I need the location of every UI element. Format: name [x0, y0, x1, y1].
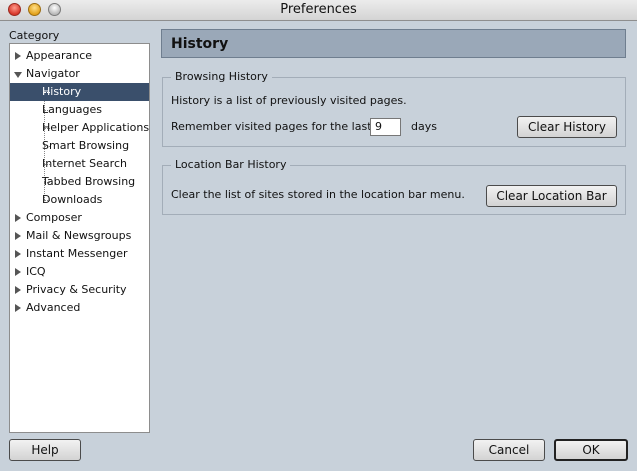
tree-item-advanced[interactable]: Advanced	[10, 299, 149, 317]
category-label: Category	[9, 29, 60, 42]
expand-triangle-icon[interactable]	[15, 232, 21, 240]
days-label: days	[411, 120, 437, 133]
browsing-history-legend: Browsing History	[171, 70, 272, 83]
location-bar-history-group: Location Bar History Clear the list of s…	[162, 158, 626, 215]
tree-item-helper-applications[interactable]: Helper Applications	[10, 119, 149, 137]
expand-triangle-icon[interactable]	[15, 250, 21, 258]
history-days-input[interactable]: 9	[370, 118, 401, 136]
location-bar-description: Clear the list of sites stored in the lo…	[171, 188, 465, 201]
help-button[interactable]: Help	[9, 439, 81, 461]
tree-item-privacy-security[interactable]: Privacy & Security	[10, 281, 149, 299]
tree-item-mail-newsgroups[interactable]: Mail & Newsgroups	[10, 227, 149, 245]
title-bar: Preferences	[0, 0, 637, 21]
browsing-history-description: History is a list of previously visited …	[171, 94, 407, 107]
expand-triangle-icon[interactable]	[15, 214, 21, 222]
tree-item-icq[interactable]: ICQ	[10, 263, 149, 281]
tree-item-downloads[interactable]: Downloads	[10, 191, 149, 209]
tree-item-smart-browsing[interactable]: Smart Browsing	[10, 137, 149, 155]
browsing-history-group: Browsing History History is a list of pr…	[162, 70, 626, 147]
remember-pages-label: Remember visited pages for the last	[171, 120, 372, 133]
ok-button[interactable]: OK	[554, 439, 628, 461]
tree-item-appearance[interactable]: Appearance	[10, 47, 149, 65]
tree-item-navigator[interactable]: Navigator	[10, 65, 149, 83]
tree-item-languages[interactable]: Languages	[10, 101, 149, 119]
panel-heading: History	[161, 29, 626, 58]
expand-triangle-icon[interactable]	[15, 286, 21, 294]
clear-location-bar-button[interactable]: Clear Location Bar	[486, 185, 617, 207]
tree-item-tabbed-browsing[interactable]: Tabbed Browsing	[10, 173, 149, 191]
expand-triangle-icon[interactable]	[15, 52, 21, 60]
tree-item-composer[interactable]: Composer	[10, 209, 149, 227]
location-bar-history-legend: Location Bar History	[171, 158, 291, 171]
cancel-button[interactable]: Cancel	[473, 439, 545, 461]
tree-item-internet-search[interactable]: Internet Search	[10, 155, 149, 173]
expand-triangle-icon[interactable]	[15, 268, 21, 276]
panel-title: History	[171, 36, 229, 52]
clear-history-button[interactable]: Clear History	[517, 116, 617, 138]
category-tree[interactable]: Appearance Navigator History Languages H…	[9, 43, 150, 433]
window-title: Preferences	[280, 2, 357, 17]
collapse-triangle-icon[interactable]	[14, 72, 22, 78]
expand-triangle-icon[interactable]	[15, 304, 21, 312]
tree-item-instant-messenger[interactable]: Instant Messenger	[10, 245, 149, 263]
tree-item-history[interactable]: History	[10, 83, 149, 101]
